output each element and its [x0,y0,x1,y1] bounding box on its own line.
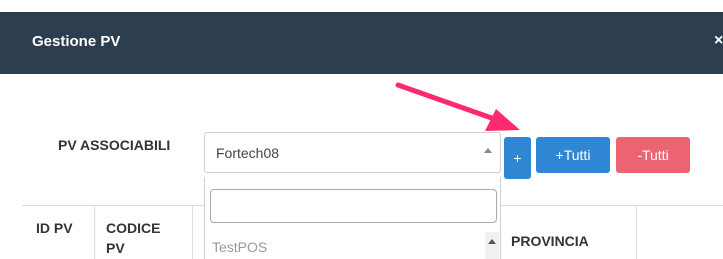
gestione-pv-modal: Gestione PV × PV ASSOCIABILI Fortech08 +… [0,0,723,259]
column-divider [636,206,637,259]
remove-all-button[interactable]: -Tutti [616,137,690,173]
pv-associabili-label: PV ASSOCIABILI [58,137,171,153]
column-header-provincia[interactable]: PROVINCIA [511,231,589,251]
scroll-up-icon [488,239,496,244]
pv-select-value: Fortech08 [216,145,280,161]
pv-select[interactable]: Fortech08 [204,132,501,173]
chevron-up-icon [484,148,492,153]
column-header-id-pv[interactable]: ID PV [36,218,76,238]
modal-title: Gestione PV [32,33,121,50]
dropdown-scrollbar[interactable] [485,232,499,259]
modal-header: Gestione PV × [0,12,723,74]
add-pv-button[interactable]: + [504,137,531,179]
column-header-codice-pv[interactable]: CODICE PV [106,218,176,258]
pv-select-dropdown: TestPOS [204,177,501,259]
add-all-button[interactable]: +Tutti [536,137,610,173]
column-divider [192,206,193,259]
close-button[interactable]: × [714,31,723,51]
column-divider [94,206,95,259]
dropdown-option[interactable]: TestPOS [212,239,267,255]
dropdown-search-input[interactable] [210,189,497,223]
